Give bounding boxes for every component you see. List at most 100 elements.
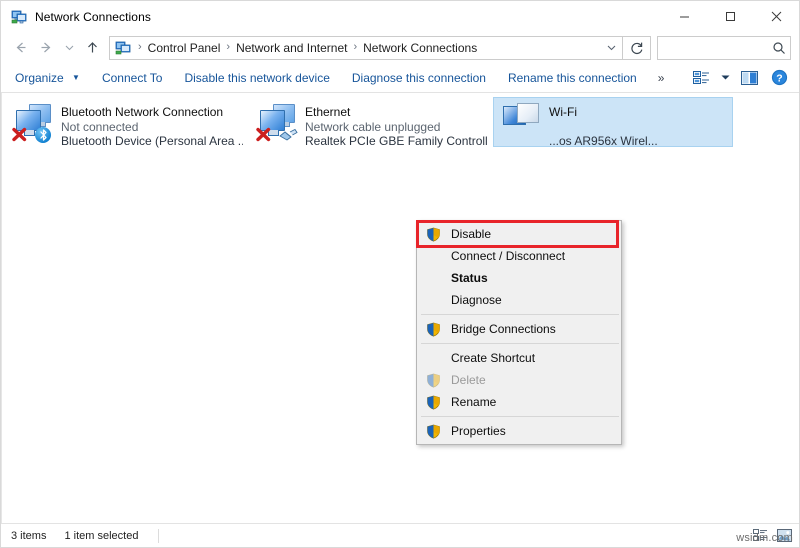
red-x-badge bbox=[256, 127, 271, 142]
connection-name: Wi-Fi bbox=[549, 105, 658, 120]
context-menu-item-disable[interactable]: Disable bbox=[417, 223, 621, 245]
back-arrow-icon[interactable] bbox=[7, 35, 33, 61]
toolbar-connect-to-button[interactable]: Connect To bbox=[91, 67, 174, 89]
breadcrumb: › Control Panel › Network and Internet ›… bbox=[135, 40, 600, 56]
help-icon[interactable]: ? bbox=[765, 66, 793, 90]
context-menu-label: Rename bbox=[445, 395, 496, 409]
context-menu-label: Connect / Disconnect bbox=[445, 249, 565, 263]
minimize-icon[interactable] bbox=[661, 1, 707, 32]
ethernet-adapter-icon bbox=[255, 100, 301, 144]
connection-device: Realtek PCIe GBE Family Controller bbox=[305, 134, 487, 149]
details-view-icon[interactable] bbox=[749, 527, 771, 545]
view-dropdown-caret-icon[interactable] bbox=[717, 66, 733, 90]
search-icon[interactable] bbox=[768, 41, 790, 55]
chevron-down-icon: ▼ bbox=[72, 73, 80, 82]
toolbar-organize-label: Organize bbox=[15, 71, 64, 85]
address-network-icon bbox=[115, 40, 131, 56]
forward-arrow-icon[interactable] bbox=[33, 35, 59, 61]
svg-text:?: ? bbox=[776, 73, 782, 85]
address-bar[interactable]: › Control Panel › Network and Internet ›… bbox=[109, 36, 623, 60]
uac-shield-icon bbox=[421, 420, 445, 442]
connection-status: Network cable unplugged bbox=[305, 120, 487, 135]
title-bar: Network Connections bbox=[1, 1, 799, 32]
recent-locations-chevron-icon[interactable] bbox=[59, 35, 79, 61]
breadcrumb-item-control-panel[interactable]: Control Panel bbox=[145, 40, 224, 56]
context-menu-item-bridge-connections[interactable]: Bridge Connections bbox=[417, 318, 621, 340]
connection-tile-text: Wi-Fi ...os AR956x Wirel... bbox=[549, 100, 658, 149]
context-menu[interactable]: Disable Connect / Disconnect Status Diag… bbox=[416, 220, 622, 445]
red-x-badge bbox=[12, 127, 27, 142]
wifi-adapter-icon bbox=[499, 100, 545, 144]
context-menu-item-connect-disconnect[interactable]: Connect / Disconnect bbox=[417, 245, 621, 267]
toolbar-diagnose-button[interactable]: Diagnose this connection bbox=[341, 67, 497, 89]
connection-tiles: Bluetooth Network Connection Not connect… bbox=[1, 93, 733, 147]
bluetooth-network-adapter-icon bbox=[11, 100, 57, 144]
context-menu-item-properties[interactable]: Properties bbox=[417, 420, 621, 442]
window-controls bbox=[661, 1, 799, 32]
context-menu-label: Disable bbox=[445, 227, 491, 241]
status-item-count: 3 items bbox=[11, 530, 46, 542]
toolbar-right-group: ? bbox=[687, 66, 793, 90]
large-icons-view-icon[interactable] bbox=[773, 527, 795, 545]
uac-shield-icon bbox=[421, 223, 445, 245]
toolbar-overflow-button[interactable]: » bbox=[648, 67, 675, 89]
connection-tile-text: Bluetooth Network Connection Not connect… bbox=[61, 100, 243, 149]
context-menu-label: Create Shortcut bbox=[445, 351, 535, 365]
menu-gutter bbox=[421, 267, 445, 289]
network-connections-window: Network Connections bbox=[0, 0, 800, 548]
rj45-plug-badge-icon bbox=[278, 128, 298, 141]
context-menu-item-status[interactable]: Status bbox=[417, 267, 621, 289]
context-menu-separator bbox=[421, 343, 619, 344]
menu-gutter bbox=[421, 347, 445, 369]
toolbar-organize-button[interactable]: Organize ▼ bbox=[11, 67, 91, 89]
navigation-bar: › Control Panel › Network and Internet ›… bbox=[1, 32, 799, 63]
context-menu-label: Status bbox=[445, 271, 488, 285]
connection-tile-wifi[interactable]: Wi-Fi ...os AR956x Wirel... bbox=[493, 97, 733, 147]
context-menu-item-diagnose[interactable]: Diagnose bbox=[417, 289, 621, 311]
status-selection: 1 item selected bbox=[64, 530, 138, 542]
breadcrumb-item-network-and-internet[interactable]: Network and Internet bbox=[233, 40, 350, 56]
refresh-icon[interactable] bbox=[623, 36, 651, 60]
status-bar: 3 items 1 item selected bbox=[1, 523, 799, 547]
context-menu-label: Delete bbox=[445, 373, 486, 387]
address-dropdown-chevron-icon[interactable] bbox=[600, 42, 622, 53]
menu-gutter bbox=[421, 245, 445, 267]
connection-tile-bluetooth[interactable]: Bluetooth Network Connection Not connect… bbox=[5, 97, 245, 147]
connection-tile-ethernet[interactable]: Ethernet Network cable unplugged Realtek… bbox=[249, 97, 489, 147]
uac-shield-icon bbox=[421, 318, 445, 340]
window-title: Network Connections bbox=[35, 10, 151, 24]
connection-name: Bluetooth Network Connection bbox=[61, 105, 243, 120]
connection-tile-text: Ethernet Network cable unplugged Realtek… bbox=[305, 100, 487, 149]
maximize-icon[interactable] bbox=[707, 1, 753, 32]
bluetooth-badge-icon bbox=[35, 127, 51, 143]
change-view-icon[interactable] bbox=[687, 66, 715, 90]
breadcrumb-separator: › bbox=[350, 42, 360, 53]
connection-device: Bluetooth Device (Personal Area ... bbox=[61, 134, 243, 149]
context-menu-separator bbox=[421, 416, 619, 417]
context-menu-label: Properties bbox=[445, 424, 506, 438]
context-menu-label: Bridge Connections bbox=[445, 322, 556, 336]
search-box[interactable] bbox=[657, 36, 791, 60]
context-menu-item-rename[interactable]: Rename bbox=[417, 391, 621, 413]
connection-name: Ethernet bbox=[305, 105, 487, 120]
breadcrumb-item-network-connections[interactable]: Network Connections bbox=[360, 40, 480, 56]
uac-shield-icon bbox=[421, 369, 445, 391]
connection-status: Not connected bbox=[61, 120, 243, 135]
context-menu-item-delete: Delete bbox=[417, 369, 621, 391]
toolbar-disable-device-button[interactable]: Disable this network device bbox=[173, 67, 340, 89]
up-arrow-icon[interactable] bbox=[79, 35, 105, 61]
pane-left-edge bbox=[1, 93, 2, 523]
preview-pane-icon[interactable] bbox=[735, 66, 763, 90]
connections-list-pane[interactable]: Bluetooth Network Connection Not connect… bbox=[1, 93, 799, 523]
close-icon[interactable] bbox=[753, 1, 799, 32]
breadcrumb-separator: › bbox=[135, 42, 145, 53]
network-connections-icon bbox=[11, 9, 27, 25]
status-divider bbox=[158, 529, 159, 543]
context-menu-item-create-shortcut[interactable]: Create Shortcut bbox=[417, 347, 621, 369]
toolbar-rename-button[interactable]: Rename this connection bbox=[497, 67, 648, 89]
search-input[interactable] bbox=[658, 41, 768, 55]
status-view-buttons bbox=[749, 527, 795, 545]
command-toolbar: Organize ▼ Connect To Disable this netwo… bbox=[1, 63, 799, 93]
context-menu-label: Diagnose bbox=[445, 293, 502, 307]
menu-gutter bbox=[421, 289, 445, 311]
